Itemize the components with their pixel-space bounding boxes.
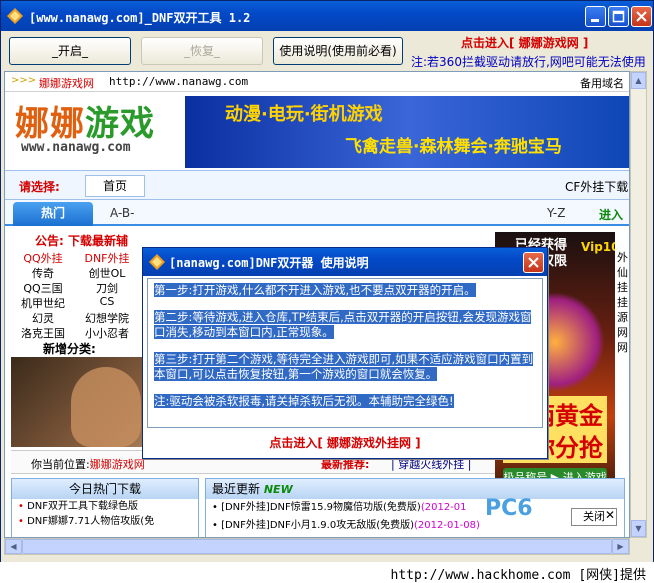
breadcrumb-location: 你当前位置:娜娜游戏网 <box>31 458 145 471</box>
status-text: http://www.hackhome.com [网侠]提供 <box>390 568 647 583</box>
step-two: 第二步:等待游戏,进入仓库,TP结束后,点击双开器的开启按钮,会发现游戏窗口消失… <box>154 310 532 339</box>
header-banner[interactable]: 动漫·电玩·街机游戏 飞禽走兽·森林舞会·奔驰宝马 <box>185 96 629 168</box>
game-link[interactable]: QQ外挂 <box>11 250 75 265</box>
help-dialog: [nanawg.com]DNF双开器 使用说明 第一步:打开游戏,什么都不开进入… <box>142 247 548 459</box>
new-badge: NEW <box>263 483 293 496</box>
web-view[interactable]: >>> 娜娜游戏网 http://www.nanawg.com 备用域名 娜娜游… <box>4 71 630 538</box>
banner-line2: 飞禽走兽·森林舞会·奔驰宝马 <box>345 137 562 157</box>
app-icon <box>7 8 23 24</box>
driver-note: 注:若360拦截驱动请放行,网吧可能无法使用 <box>411 55 646 69</box>
main-window: [www.nanawg.com]_DNF双开工具 1.2 _开启_ _恢复_ 使… <box>0 0 654 566</box>
site-link-suffix: ] <box>582 36 589 50</box>
ad-vip: Vip10 <box>581 240 615 254</box>
minimize-button[interactable] <box>585 6 606 27</box>
maximize-button[interactable] <box>608 6 629 27</box>
logo-url: www.nanawg.com <box>21 140 131 155</box>
list-item[interactable]: • DNF娜娜7.71人物倍攻版(免 <box>12 514 198 529</box>
game-link[interactable]: CS <box>75 295 139 310</box>
dialog-close-button[interactable] <box>523 252 544 273</box>
step-one: 第一步:打开游戏,什么都不开进入游戏,也不要点双开器的开启。 <box>154 283 476 297</box>
site-logo[interactable]: 娜娜游戏 www.nanawg.com <box>15 96 185 166</box>
list-item: 洛克王国 小小忍者 <box>11 325 139 340</box>
list-item: 机甲世纪 CS <box>11 295 139 310</box>
site-link-name: 娜娜游戏网 <box>518 36 579 50</box>
horizontal-scrollbar[interactable]: ◀ ▶ <box>4 538 630 555</box>
notice: 公告: 下载最新辅 <box>35 234 128 248</box>
tab-hot[interactable]: 热门 <box>13 202 93 226</box>
tab-a-b[interactable]: A-B- <box>110 206 134 220</box>
close-ad-x-icon[interactable]: ✕ <box>605 508 615 522</box>
dialog-title-bar[interactable]: [nanawg.com]DNF双开器 使用说明 <box>143 248 547 276</box>
list-item: 幻灵 幻想学院 <box>11 310 139 325</box>
title-bar[interactable]: [www.nanawg.com]_DNF双开工具 1.2 <box>1 1 653 31</box>
close-icon <box>636 11 647 22</box>
nav-cf-download[interactable]: CF外挂下载 <box>565 178 628 195</box>
category-tabs: 热门 A-B- Y-Z 进入 <box>5 200 629 226</box>
game-link[interactable]: 刀剑 <box>75 280 139 295</box>
driver-warning: 注:驱动会被杀软报毒,请关掉杀软后无视。本辅助完全绿色! <box>154 394 454 408</box>
game-link[interactable]: 幻想学院 <box>75 310 139 325</box>
logo-text: 娜娜游戏 <box>15 104 155 144</box>
today-hot-title: 今日热门下载 <box>12 479 198 499</box>
pc6-watermark: PC6 <box>485 496 533 521</box>
list-item[interactable]: • DNF双开工具下载绿色版 <box>12 499 198 514</box>
site-link[interactable]: 点击进入[ 娜娜游戏网 ] <box>461 34 588 51</box>
web-url[interactable]: http://www.nanawg.com <box>109 75 248 88</box>
close-button[interactable] <box>631 6 652 27</box>
close-icon <box>528 257 539 268</box>
game-link[interactable]: 机甲世纪 <box>11 295 75 310</box>
list-item: QQ外挂 DNF外挂 <box>11 250 139 265</box>
breadcrumb-site[interactable]: 娜娜游戏网 <box>90 458 145 471</box>
game-link[interactable]: 传奇 <box>11 265 75 280</box>
web-top-strip: >>> 娜娜游戏网 http://www.nanawg.com 备用域名 <box>5 72 629 92</box>
right-column: 外 仙 挂 挂 源 网 网 <box>617 251 628 354</box>
dialog-app-icon <box>149 254 165 270</box>
new-category-label: 新增分类: <box>43 342 96 356</box>
game-link[interactable]: DNF外挂 <box>75 250 139 265</box>
nav-bar: 请选择: 首页 CF外挂下载 <box>5 170 629 200</box>
restore-button[interactable]: _恢复_ <box>141 37 263 65</box>
scroll-thumb[interactable] <box>22 539 612 554</box>
today-hot-box: 今日热门下载 • DNF双开工具下载绿色版 • DNF娜娜7.71人物倍攻版(免 <box>11 478 199 537</box>
nav-home[interactable]: 首页 <box>85 175 145 197</box>
dialog-site-link[interactable]: 点击进入[ 娜娜游戏外挂网 ] <box>143 434 547 451</box>
tab-enter[interactable]: 进入 <box>599 206 623 223</box>
tab-y-z[interactable]: Y-Z <box>547 206 565 220</box>
scroll-left-icon[interactable]: ◀ <box>5 539 22 554</box>
list-item[interactable]: • [DNF外挂]DNF惊雷15.9物魔倍功版(免费版)(2012-01 <box>206 499 624 517</box>
dialog-title: [nanawg.com]DNF双开器 使用说明 <box>169 256 369 270</box>
status-bar: http://www.hackhome.com [网侠]提供 <box>0 562 654 583</box>
list-item: 传奇 创世OL <box>11 265 139 280</box>
window-title: [www.nanawg.com]_DNF双开工具 1.2 <box>29 11 251 25</box>
web-site-name[interactable]: 娜娜游戏网 <box>39 75 94 91</box>
character-portrait <box>71 367 141 447</box>
maximize-icon <box>612 10 625 23</box>
dialog-text-area[interactable]: 第一步:打开游戏,什么都不开进入游戏,也不要点双开器的开启。 第二步:等待游戏,… <box>147 278 543 428</box>
vertical-scrollbar[interactable]: ▲ ▼ <box>630 71 647 538</box>
step-three: 第三步:打开第二个游戏,等待完全进入游戏即可,如果不适应游戏窗口内置到本窗口,可… <box>154 352 534 381</box>
site-link-prefix: 点击进入[ <box>461 36 515 50</box>
scroll-up-icon[interactable]: ▲ <box>631 72 646 89</box>
scroll-down-icon[interactable]: ▼ <box>631 520 646 537</box>
help-button[interactable]: 使用说明(使用前必看) <box>273 37 403 65</box>
banner-line1: 动漫·电玩·街机游戏 <box>225 104 383 125</box>
minimize-icon <box>591 19 599 22</box>
start-button[interactable]: _开启_ <box>9 37 131 65</box>
arrows-icon: >>> <box>11 75 37 86</box>
recent-updates-box: 最近更新 NEW • [DNF外挂]DNF惊雷15.9物魔倍功版(免费版)(20… <box>205 478 625 537</box>
game-link[interactable]: 小小忍者 <box>75 325 139 340</box>
game-link[interactable]: 洛克王国 <box>11 325 75 340</box>
list-item: QQ三国 刀剑 <box>11 280 139 295</box>
game-list: QQ外挂 DNF外挂 传奇 创世OL QQ三国 刀剑 机甲世纪 CS 幻灵 幻想学院 洛克… <box>11 250 139 340</box>
select-label: 请选择: <box>19 180 60 194</box>
scroll-right-icon[interactable]: ▶ <box>612 539 629 554</box>
list-item[interactable]: • [DNF外挂]DNF小月1.9.0攻无敌版(免费版)(2012-01-08) <box>206 517 624 535</box>
game-link[interactable]: QQ三国 <box>11 280 75 295</box>
game-link[interactable]: 创世OL <box>75 265 139 280</box>
recent-updates-title: 最近更新 NEW <box>206 479 624 499</box>
backup-domain[interactable]: 备用域名 <box>580 75 624 91</box>
game-link[interactable]: 幻灵 <box>11 310 75 325</box>
